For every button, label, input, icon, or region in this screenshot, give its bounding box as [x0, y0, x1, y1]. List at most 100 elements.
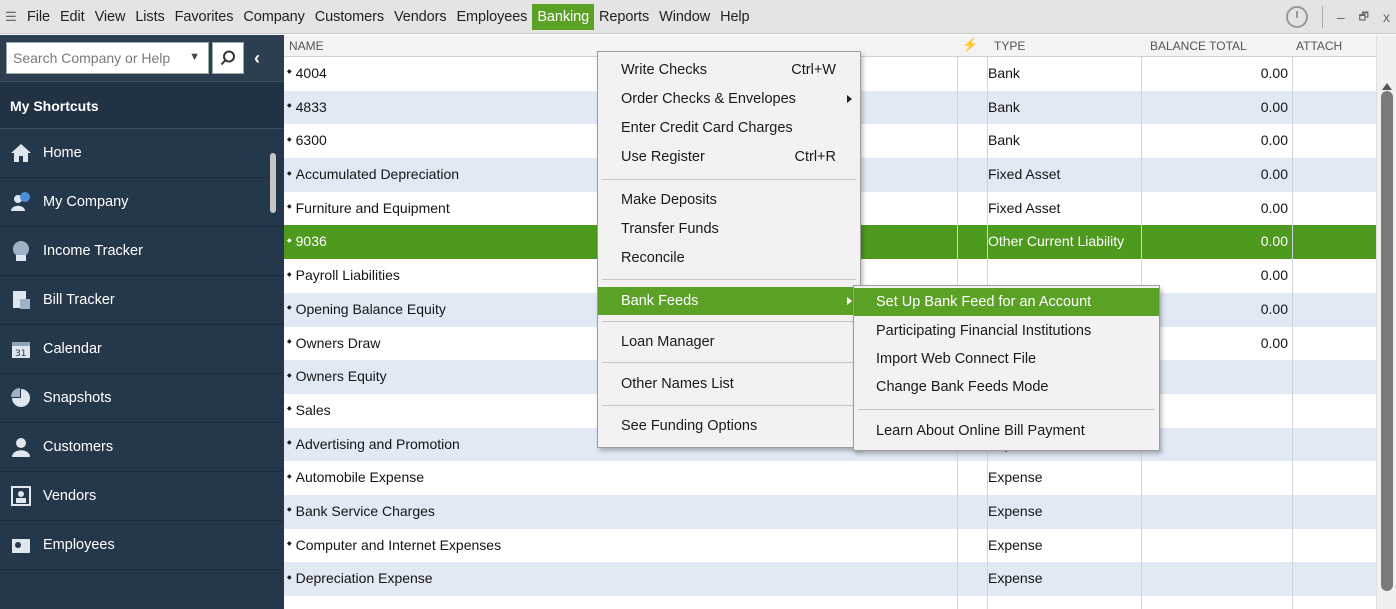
- sidebar-search-bar: Search Company or Help ▼ ‹: [0, 35, 284, 81]
- system-menu-icon[interactable]: ☰: [0, 0, 22, 34]
- account-name: Payroll Liabilities: [287, 259, 400, 293]
- account-name: Sales: [287, 394, 331, 428]
- account-name: Depreciation Expense: [287, 562, 433, 596]
- menu-divider: [602, 362, 856, 363]
- menu-other-names-list[interactable]: Other Names List: [598, 370, 860, 398]
- search-dropdown-icon[interactable]: ▼: [189, 51, 200, 63]
- my-shortcuts-heading: My Shortcuts: [0, 81, 284, 129]
- customers-icon: [10, 436, 32, 458]
- menu-item-label: Make Deposits: [621, 192, 717, 208]
- menu-file[interactable]: File: [22, 4, 55, 30]
- online-access-icon[interactable]: ⚡: [962, 37, 978, 53]
- scroll-thumb[interactable]: [1381, 91, 1393, 591]
- shortcut-label: Vendors: [43, 488, 97, 504]
- alarm-clock-icon[interactable]: [1285, 6, 1308, 28]
- minimize-button[interactable]: ‒: [1337, 9, 1345, 25]
- menu-banking[interactable]: Banking: [532, 3, 595, 30]
- menu-window[interactable]: Window: [654, 4, 715, 30]
- sidebar: Search Company or Help ▼ ‹ My Shortcuts …: [0, 35, 284, 609]
- menu-item-label: Enter Credit Card Charges: [621, 120, 793, 136]
- collapse-sidebar-icon[interactable]: ‹: [254, 48, 260, 69]
- menu-employees[interactable]: Employees: [451, 4, 532, 30]
- menu-item-label: Loan Manager: [621, 334, 715, 350]
- account-type: Expense: [988, 502, 1043, 519]
- menu-change-bank-feeds-mode[interactable]: Change Bank Feeds Mode: [854, 373, 1159, 401]
- shortcut-customers[interactable]: Customers: [0, 423, 284, 472]
- account-type: Fixed Asset: [988, 166, 1061, 183]
- search-input[interactable]: Search Company or Help ▼: [6, 42, 209, 74]
- menu-bank-feeds[interactable]: Bank Feeds: [598, 287, 860, 315]
- column-attach[interactable]: ATTACH: [1296, 39, 1342, 53]
- account-name: Bank Service Charges: [287, 495, 435, 529]
- account-balance: 0.00: [1260, 199, 1288, 216]
- menu-view[interactable]: View: [90, 4, 131, 30]
- menu-write-checks[interactable]: Write Checks Ctrl+W: [598, 56, 860, 84]
- menu-reconcile[interactable]: Reconcile: [598, 244, 860, 272]
- menu-vendors[interactable]: Vendors: [389, 4, 452, 30]
- shortcut-income-tracker[interactable]: Income Tracker: [0, 227, 284, 276]
- menu-favorites[interactable]: Favorites: [170, 4, 239, 30]
- window-controls-divider: [1321, 6, 1323, 28]
- menu-item-label: Other Names List: [621, 376, 734, 392]
- menu-company[interactable]: Company: [238, 4, 309, 30]
- menu-import-web-connect[interactable]: Import Web Connect File: [854, 345, 1159, 373]
- search-placeholder: Search Company or Help: [13, 50, 171, 66]
- vendors-icon: [10, 485, 32, 507]
- menu-make-deposits[interactable]: Make Deposits: [598, 186, 860, 214]
- table-row[interactable]: Bank Service Charges Expense: [284, 494, 1376, 529]
- menu-item-label: Use Register: [621, 149, 705, 165]
- shortcut-label: Snapshots: [43, 390, 112, 406]
- menu-transfer-funds[interactable]: Transfer Funds: [598, 215, 860, 243]
- menu-edit[interactable]: Edit: [55, 4, 90, 30]
- account-type: Other Current Liability: [988, 233, 1125, 250]
- menu-lists[interactable]: Lists: [130, 4, 169, 30]
- menu-participating-institutions[interactable]: Participating Financial Institutions: [854, 317, 1159, 345]
- account-balance: 0.00: [1260, 233, 1288, 250]
- shortcut-label: Home: [43, 145, 82, 161]
- menu-learn-online-bill-payment[interactable]: Learn About Online Bill Payment: [854, 417, 1159, 445]
- menu-use-register[interactable]: Use Register Ctrl+R: [598, 143, 860, 171]
- column-name[interactable]: NAME: [289, 39, 324, 53]
- menu-help[interactable]: Help: [715, 4, 754, 30]
- submenu-arrow-icon: [847, 297, 852, 305]
- column-balance-total[interactable]: BALANCE TOTAL: [1150, 39, 1247, 53]
- shortcut-snapshots[interactable]: Snapshots: [0, 374, 284, 423]
- table-row[interactable]: Computer and Internet Expenses Expense: [284, 529, 1376, 563]
- search-button[interactable]: [212, 42, 244, 74]
- account-name: 4004: [287, 57, 327, 91]
- close-button[interactable]: x: [1383, 9, 1390, 25]
- bill-tracker-icon: [10, 289, 32, 311]
- restore-button[interactable]: 🗗: [1359, 8, 1369, 27]
- table-row[interactable]: Automobile Expense Expense: [284, 461, 1376, 495]
- shortcut-calendar[interactable]: 31 Calendar: [0, 325, 284, 374]
- account-name: Furniture and Equipment: [287, 192, 450, 226]
- menu-see-funding-options[interactable]: See Funding Options: [598, 412, 860, 440]
- menu-item-label: Bank Feeds: [621, 293, 699, 309]
- calendar-icon: 31: [10, 338, 32, 360]
- account-type: Bank: [988, 65, 1020, 81]
- account-type: Bank: [988, 98, 1020, 115]
- shortcut-employees[interactable]: Employees: [0, 521, 284, 570]
- shortcut-my-company[interactable]: My Company: [0, 178, 284, 227]
- account-name: Advertising and Promotion: [287, 428, 460, 462]
- menu-loan-manager[interactable]: Loan Manager: [598, 328, 860, 356]
- account-balance: 0.00: [1260, 300, 1288, 317]
- table-row[interactable]: Depreciation Expense Expense: [284, 562, 1376, 596]
- menu-reports[interactable]: Reports: [594, 4, 654, 30]
- menu-customers[interactable]: Customers: [310, 4, 389, 30]
- account-type: Expense: [988, 469, 1043, 486]
- shortcut-label: My Company: [43, 194, 129, 210]
- list-scrollbar[interactable]: [1376, 35, 1396, 609]
- shortcut-bill-tracker[interactable]: Bill Tracker: [0, 276, 284, 325]
- menu-order-checks[interactable]: Order Checks & Envelopes: [598, 85, 860, 113]
- scroll-up-icon[interactable]: [1382, 83, 1392, 90]
- shortcut-label: Bill Tracker: [43, 292, 115, 308]
- menu-set-up-bank-feed[interactable]: Set Up Bank Feed for an Account: [854, 288, 1159, 316]
- menu-enter-credit-card-charges[interactable]: Enter Credit Card Charges: [598, 114, 860, 142]
- shortcut-home[interactable]: Home: [0, 129, 284, 178]
- search-icon: [220, 50, 235, 66]
- shortcut-vendors[interactable]: Vendors: [0, 472, 284, 521]
- shortcut-label: Income Tracker: [43, 243, 143, 259]
- sidebar-scrollbar[interactable]: [270, 153, 276, 213]
- column-type[interactable]: TYPE: [994, 39, 1025, 53]
